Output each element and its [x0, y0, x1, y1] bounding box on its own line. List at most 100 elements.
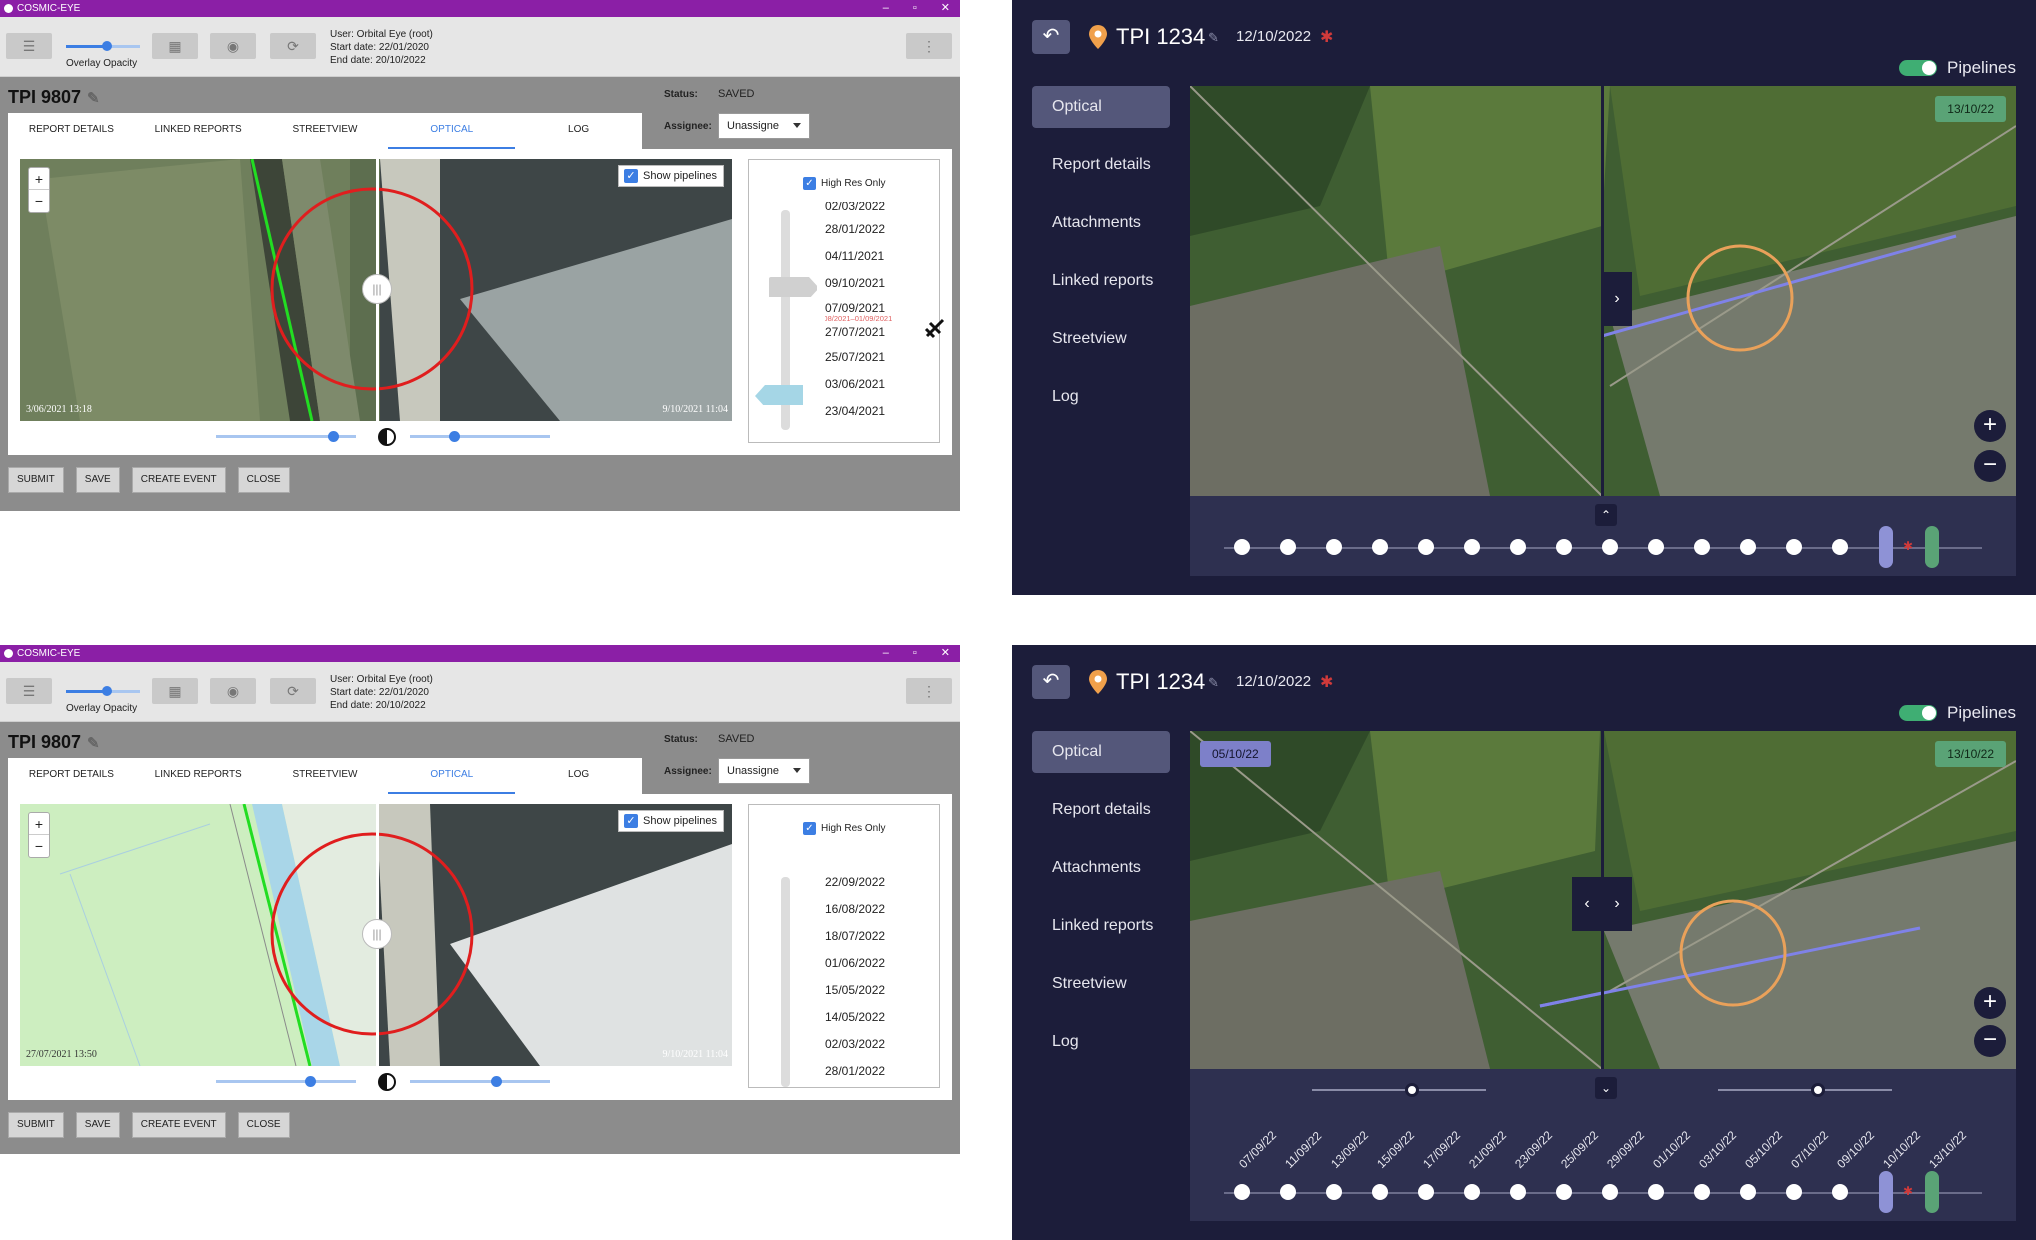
- opacity-knob[interactable]: [101, 41, 112, 51]
- toggle-switch[interactable]: [1899, 60, 1937, 76]
- nav-attachments[interactable]: Attachments: [1032, 847, 1170, 889]
- save-button[interactable]: SAVE: [75, 467, 120, 493]
- nav-report-details[interactable]: Report details: [1032, 144, 1170, 186]
- list-button[interactable]: ☰: [6, 33, 52, 59]
- tab-optical[interactable]: OPTICAL: [388, 113, 516, 149]
- close-icon[interactable]: ✕: [941, 0, 950, 17]
- timeline-selected-left[interactable]: [1879, 526, 1893, 568]
- nav-linked-reports[interactable]: Linked reports: [1032, 260, 1170, 302]
- expand-timeline-icon[interactable]: ⌃: [1595, 504, 1617, 526]
- left-opacity-knob[interactable]: [1405, 1083, 1419, 1097]
- edit-pencil-icon[interactable]: ✎: [87, 89, 100, 107]
- back-button[interactable]: ↶: [1032, 665, 1070, 699]
- timeline-dot[interactable]: [1234, 1184, 1250, 1200]
- left-opacity-slider[interactable]: [216, 1080, 356, 1083]
- splitter-handle[interactable]: |||: [362, 274, 392, 304]
- date-item[interactable]: 09/10/2021: [825, 270, 925, 297]
- range-handle-bottom[interactable]: [753, 383, 803, 405]
- edit-pencil-icon[interactable]: ✎: [87, 734, 100, 752]
- timeline-dot[interactable]: [1556, 539, 1572, 555]
- map-compare[interactable]: ‹ › 05/10/22 13/10/22 + −: [1190, 731, 2016, 1069]
- timeline-dot[interactable]: [1234, 539, 1250, 555]
- left-opacity-knob[interactable]: [328, 431, 339, 442]
- timeline-selected-right[interactable]: [1925, 526, 1939, 568]
- prev-image-button[interactable]: ‹: [1572, 877, 1602, 931]
- calendar-button[interactable]: ▦: [152, 678, 198, 704]
- map-compare[interactable]: › 13/10/22 + −: [1190, 86, 2016, 496]
- restore-icon[interactable]: ▫: [913, 645, 917, 662]
- opacity-slider[interactable]: [66, 41, 140, 51]
- timeline-dot[interactable]: [1464, 539, 1480, 555]
- left-opacity-slider[interactable]: [1312, 1089, 1486, 1091]
- timeline-dot[interactable]: [1418, 1184, 1434, 1200]
- submit-button[interactable]: SUBMIT: [8, 1112, 64, 1138]
- date-item[interactable]: 28/01/2022: [825, 216, 925, 243]
- nav-streetview[interactable]: Streetview: [1032, 963, 1170, 1005]
- timeline-dot[interactable]: [1832, 539, 1848, 555]
- edit-pencil-icon[interactable]: ✎: [1208, 675, 1219, 691]
- more-button[interactable]: ⋮: [906, 678, 952, 704]
- left-opacity-knob[interactable]: [305, 1076, 316, 1087]
- visibility-button[interactable]: ◉: [210, 33, 256, 59]
- date-item[interactable]: 07/09/2021: [825, 297, 925, 315]
- contrast-icon[interactable]: [378, 1073, 396, 1091]
- tab-log[interactable]: LOG: [515, 113, 642, 149]
- date-item[interactable]: 04/11/2021: [825, 243, 925, 270]
- timeline-dot[interactable]: [1786, 539, 1802, 555]
- tab-report-details[interactable]: REPORT DETAILS: [8, 758, 135, 794]
- create-event-button[interactable]: CREATE EVENT: [131, 1112, 226, 1138]
- date-item[interactable]: 25/07/2021: [825, 344, 925, 371]
- timeline-dot[interactable]: [1740, 1184, 1756, 1200]
- timeline-selected-right[interactable]: [1925, 1171, 1939, 1213]
- timeline-dot[interactable]: [1602, 1184, 1618, 1200]
- close-icon[interactable]: ✕: [941, 645, 950, 662]
- zoom-in-button[interactable]: +: [1974, 987, 2006, 1019]
- timeline-dot[interactable]: [1648, 539, 1664, 555]
- timeline-dot[interactable]: [1372, 539, 1388, 555]
- high-res-only-checkbox[interactable]: ✓ High Res Only: [803, 177, 885, 190]
- calendar-button[interactable]: ▦: [152, 33, 198, 59]
- date-item[interactable]: 15/05/2022: [825, 977, 925, 1004]
- more-button[interactable]: ⋮: [906, 33, 952, 59]
- right-opacity-slider[interactable]: [410, 1080, 550, 1083]
- tab-optical[interactable]: OPTICAL: [388, 758, 516, 794]
- date-item[interactable]: 18/07/2022: [825, 923, 925, 950]
- date-item[interactable]: 03/06/2021: [825, 371, 925, 398]
- list-button[interactable]: ☰: [6, 678, 52, 704]
- nav-linked-reports[interactable]: Linked reports: [1032, 905, 1170, 947]
- visibility-button[interactable]: ◉: [210, 678, 256, 704]
- next-image-button[interactable]: ›: [1602, 877, 1632, 931]
- zoom-in-button[interactable]: +: [29, 813, 49, 835]
- tab-linked-reports[interactable]: LINKED REPORTS: [135, 758, 262, 794]
- date-item[interactable]: 28/01/2022: [825, 1058, 925, 1085]
- collapse-timeline-icon[interactable]: ⌄: [1595, 1077, 1617, 1099]
- minimize-icon[interactable]: –: [883, 645, 889, 662]
- right-opacity-slider[interactable]: [1718, 1089, 1892, 1091]
- tab-log[interactable]: LOG: [515, 758, 642, 794]
- tab-streetview[interactable]: STREETVIEW: [262, 758, 389, 794]
- nav-streetview[interactable]: Streetview: [1032, 318, 1170, 360]
- nav-log[interactable]: Log: [1032, 1021, 1170, 1063]
- date-range-track[interactable]: [781, 877, 790, 1087]
- refresh-button[interactable]: ⟳: [270, 678, 316, 704]
- timeline-dot[interactable]: [1602, 539, 1618, 555]
- timeline-dot[interactable]: [1694, 539, 1710, 555]
- timeline-dot[interactable]: [1740, 539, 1756, 555]
- splitter-handle[interactable]: |||: [362, 919, 392, 949]
- tab-linked-reports[interactable]: LINKED REPORTS: [135, 113, 262, 149]
- map-compare[interactable]: + − ✓ Show pipelines ||| 27/07/2021 13:50 …: [20, 804, 732, 1066]
- nav-optical[interactable]: Optical: [1032, 86, 1170, 128]
- back-button[interactable]: ↶: [1032, 20, 1070, 54]
- minimize-icon[interactable]: –: [883, 0, 889, 17]
- contrast-icon[interactable]: [378, 428, 396, 446]
- date-item[interactable]: 02/03/2022: [825, 202, 925, 216]
- timeline-dot[interactable]: [1280, 539, 1296, 555]
- pipelines-toggle[interactable]: Pipelines: [1899, 58, 2016, 78]
- right-opacity-knob[interactable]: [1811, 1083, 1825, 1097]
- timeline-dot[interactable]: [1280, 1184, 1296, 1200]
- right-opacity-slider[interactable]: [410, 435, 550, 438]
- timeline-dot[interactable]: [1510, 1184, 1526, 1200]
- tab-streetview[interactable]: STREETVIEW: [262, 113, 389, 149]
- map-compare[interactable]: + − ✓ Show pipelines ||| 3/06/2021 13:18 9…: [20, 159, 732, 421]
- date-item[interactable]: 16/08/2022: [825, 896, 925, 923]
